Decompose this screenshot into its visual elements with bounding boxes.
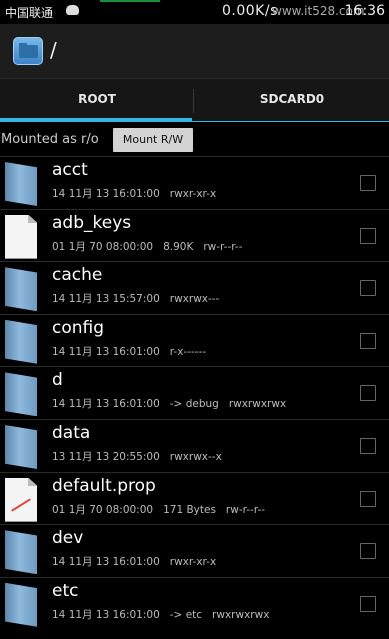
current-path: / <box>50 38 57 62</box>
carrier-label: 中国联通 <box>5 6 54 20</box>
file-name: dev <box>52 528 84 549</box>
tab-divider <box>193 89 194 113</box>
clock: 16:36 <box>344 3 385 19</box>
select-checkbox[interactable] <box>360 280 376 297</box>
file-meta: 01 1月 70 08:00:00 8.90K rw-r--r-- <box>52 239 252 254</box>
file-permissions: r-x------ <box>169 345 207 358</box>
list-item[interactable]: cache 14 11月 13 15:57:00 rwxrwx--- <box>0 261 389 313</box>
file-permissions: rwxrwxrwx <box>228 398 287 411</box>
list-item[interactable]: d 14 11月 13 16:01:00 -> debug rwxrwxrwx <box>0 366 389 418</box>
prop-file-icon <box>5 477 37 522</box>
file-extra: 8.90K <box>163 240 194 253</box>
file-name: default.prop <box>52 475 156 496</box>
select-checkbox[interactable] <box>360 175 376 191</box>
file-name: etc <box>52 580 79 601</box>
action-bar: / <box>0 24 389 78</box>
file-date: 14 11月 13 15:57:00 <box>52 293 160 306</box>
folder-icon <box>5 372 37 417</box>
select-checkbox[interactable] <box>360 490 376 507</box>
network-speed: 0.00K/s <box>222 3 278 19</box>
file-permissions: rwxrwx--- <box>169 293 220 306</box>
list-item[interactable]: etc 14 11月 13 16:01:00 -> etc rwxrwxrwx <box>0 576 389 629</box>
select-checkbox[interactable] <box>360 385 376 402</box>
file-name: d <box>52 370 63 391</box>
list-item[interactable]: data 13 11月 13 20:55:00 rwxrwx--x <box>0 419 389 471</box>
folder-icon <box>5 319 37 364</box>
message-icon <box>66 5 79 15</box>
file-name: config <box>52 317 105 338</box>
folder-icon <box>5 582 37 627</box>
file-permissions: rw-r--r-- <box>225 503 266 516</box>
file-permissions: rwxrwx--x <box>169 451 222 463</box>
select-checkbox[interactable] <box>360 227 376 244</box>
list-item[interactable]: config 14 11月 13 16:01:00 r-x------ <box>0 313 389 366</box>
tab-selected-indicator <box>0 118 192 122</box>
file-extra: -> etc <box>169 608 203 621</box>
file-date: 14 11月 13 16:01:00 <box>52 398 160 411</box>
mount-rw-button[interactable]: Mount R/W <box>113 128 193 152</box>
tab-sdcard0[interactable]: SDCARD0 <box>195 79 389 123</box>
file-date: 14 11月 13 16:01:00 <box>52 188 160 200</box>
file-permissions: rwxr-xr-x <box>169 188 217 200</box>
file-date: 14 11月 13 16:01:00 <box>52 608 160 621</box>
file-date: 01 1月 70 08:00:00 <box>52 503 154 516</box>
file-name: data <box>52 423 91 443</box>
file-extra: 171 Bytes <box>163 503 216 516</box>
status-accent-line <box>100 0 160 2</box>
file-meta: 14 11月 13 15:57:00 rwxrwx--- <box>52 291 229 306</box>
file-meta: 14 11月 13 16:01:00 -> etc rwxrwxrwx <box>52 607 279 622</box>
select-checkbox[interactable] <box>360 543 376 560</box>
folder-icon <box>5 162 37 206</box>
file-date: 14 11月 13 16:01:00 <box>52 556 160 569</box>
file-date: 13 11月 13 20:55:00 <box>52 451 160 463</box>
file-permissions: rw-r--r-- <box>203 240 243 253</box>
list-item[interactable]: adb_keys 01 1月 70 08:00:00 8.90K rw-r--r-- <box>0 208 389 261</box>
folder-icon <box>5 530 37 575</box>
list-item[interactable]: acct 14 11月 13 16:01:00 rwxr-xr-x <box>0 156 389 208</box>
file-meta: 14 11月 13 16:01:00 rwxr-xr-x <box>52 554 226 569</box>
mount-status: Mounted as r/o <box>1 132 99 147</box>
tab-root[interactable]: ROOT <box>0 79 194 123</box>
mount-row: Mounted as r/o Mount R/W <box>0 123 389 156</box>
file-permissions: rwxrwxrwx <box>212 608 270 621</box>
file-meta: 13 11月 13 20:55:00 rwxrwx--x <box>52 449 232 464</box>
select-checkbox[interactable] <box>360 595 376 612</box>
file-date: 01 1月 70 08:00:00 <box>52 240 154 253</box>
folder-app-icon[interactable] <box>13 37 43 65</box>
file-date: 14 11月 13 16:01:00 <box>52 345 160 358</box>
file-name: cache <box>52 265 103 286</box>
folder-icon <box>5 425 37 469</box>
tab-underline <box>192 121 389 122</box>
status-bar: 中国联通 0.00K/s www.it528.com 16:36 <box>0 0 389 24</box>
select-checkbox[interactable] <box>360 332 376 349</box>
file-extra: -> debug <box>169 398 219 411</box>
file-name: adb_keys <box>52 212 132 233</box>
list-item[interactable]: default.prop 01 1月 70 08:00:00 171 Bytes rw… <box>0 471 389 524</box>
file-list: acct 14 11月 13 16:01:00 rwxr-xr-x adb_keys 0… <box>0 156 389 639</box>
file-meta: 14 11月 13 16:01:00 r-x------ <box>52 344 216 359</box>
tab-bar: ROOT SDCARD0 <box>0 78 389 122</box>
list-item[interactable]: dev 14 11月 13 16:01:00 rwxr-xr-x <box>0 524 389 576</box>
folder-icon <box>5 267 37 312</box>
file-meta: 14 11月 13 16:01:00 -> debug rwxrwxrwx <box>52 396 296 411</box>
file-icon <box>5 214 37 259</box>
file-meta: 01 1月 70 08:00:00 171 Bytes rw-r--r-- <box>52 502 275 517</box>
select-checkbox[interactable] <box>360 438 376 454</box>
file-permissions: rwxr-xr-x <box>169 556 217 569</box>
file-name: acct <box>52 160 88 180</box>
file-meta: 14 11月 13 16:01:00 rwxr-xr-x <box>52 186 226 201</box>
